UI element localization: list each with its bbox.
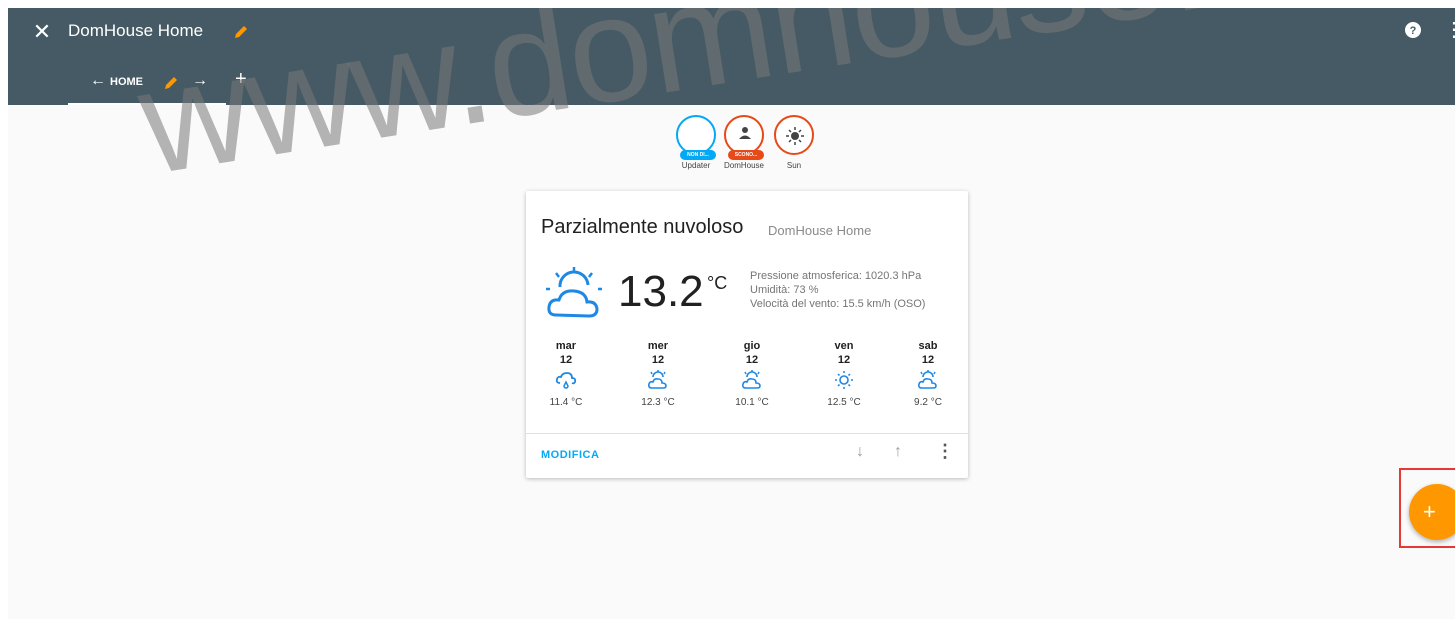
rain-cloud-icon <box>536 369 596 395</box>
tab-home[interactable]: ← HOME → <box>68 64 226 105</box>
tab-indicator <box>68 103 226 105</box>
badge-label: Updater <box>681 161 711 170</box>
tab-home-label: HOME <box>110 76 143 88</box>
forecast-day: sab 12 9.2 °C <box>898 339 958 408</box>
svg-text:?: ? <box>1410 25 1417 37</box>
add-view-icon[interactable]: + <box>235 68 247 91</box>
forecast-day: mer 12 12.3 °C <box>628 339 688 408</box>
forecast-weekday: mer <box>647 340 669 352</box>
forecast-temp: 10.1 °C <box>735 397 769 408</box>
weather-attributes: Pressione atmosferica: 1020.3 hPa Umidit… <box>750 269 925 311</box>
forecast-temp: 12.5 °C <box>827 397 861 408</box>
partly-cloudy-icon <box>544 265 610 328</box>
badge-label: DomHouse <box>723 161 764 170</box>
forecast-day: gio 12 10.1 °C <box>722 339 782 408</box>
forecast-temp: 9.2 °C <box>914 397 942 408</box>
weather-card: Parzialmente nuvoloso DomHouse Home 13.2… <box>526 191 968 478</box>
badge-label: Sun <box>786 161 802 170</box>
app-toolbar: ✕ DomHouse Home ? ⋮ ← HOME → + <box>8 8 1455 105</box>
person-icon <box>739 127 751 139</box>
forecast-weekday: mar <box>555 340 577 352</box>
forecast-temp: 12.3 °C <box>641 397 675 408</box>
forecast-weekday: gio <box>743 340 761 352</box>
plus-icon: + <box>1423 499 1436 524</box>
page-title: DomHouse Home <box>68 21 204 40</box>
forecast-row: mar 12 11.4 °C mer 12 12.3 °C gio 12 10.… <box>536 339 956 419</box>
sun-icon <box>814 369 874 395</box>
edit-title-icon[interactable] <box>232 23 250 46</box>
move-up-icon[interactable]: ↑ <box>894 443 902 461</box>
forecast-temp: 11.4 °C <box>549 397 583 408</box>
badge-domhouse[interactable]: SCONO... DomHouse <box>722 115 766 170</box>
partly-cloudy-icon <box>628 369 688 395</box>
badge-state: NON DI... <box>680 150 716 160</box>
temperature-unit: °C <box>707 273 728 293</box>
app-frame: ✕ DomHouse Home ? ⋮ ← HOME → + NON DI...… <box>8 8 1455 619</box>
current-temperature: 13.2 <box>618 267 704 316</box>
partly-cloudy-icon <box>722 369 782 395</box>
forecast-date: 12 <box>837 354 851 366</box>
badge-circle: SCONO... <box>724 115 764 160</box>
forecast-day: mar 12 11.4 °C <box>536 339 596 408</box>
forecast-date: 12 <box>921 354 935 366</box>
weather-location: DomHouse Home <box>768 223 872 238</box>
card-divider <box>526 433 968 434</box>
more-vert-icon[interactable]: ⋮ <box>1444 18 1455 42</box>
wind-value: Velocità del vento: 15.5 km/h (OSO) <box>750 298 926 310</box>
badge-sun[interactable]: Sun <box>772 115 816 170</box>
forecast-day: ven 12 12.5 °C <box>814 339 874 408</box>
weather-condition: Parzialmente nuvoloso <box>541 216 744 238</box>
move-left-icon[interactable]: ← <box>90 72 106 90</box>
edit-card-button[interactable]: MODIFICA <box>541 449 599 461</box>
partly-cloudy-icon <box>898 369 958 395</box>
pressure-value: Pressione atmosferica: 1020.3 hPa <box>750 270 922 282</box>
move-down-icon[interactable]: ↓ <box>856 443 864 461</box>
forecast-date: 12 <box>651 354 665 366</box>
forecast-weekday: ven <box>834 340 854 352</box>
help-icon[interactable]: ? <box>1404 21 1422 44</box>
humidity-value: Umidità: 73 % <box>750 284 819 296</box>
badge-circle <box>774 115 814 155</box>
sun-icon <box>786 127 804 145</box>
move-right-icon[interactable]: → <box>192 72 208 90</box>
badge-updater[interactable]: NON DI... Updater <box>674 115 718 170</box>
edit-view-icon[interactable] <box>162 74 180 97</box>
badge-circle: NON DI... <box>676 115 716 160</box>
card-menu-icon[interactable]: ⋮ <box>936 441 954 462</box>
forecast-weekday: sab <box>918 340 938 352</box>
forecast-date: 12 <box>745 354 759 366</box>
badge-state: SCONO... <box>728 150 764 160</box>
forecast-date: 12 <box>559 354 573 366</box>
close-button[interactable]: ✕ <box>30 20 54 44</box>
